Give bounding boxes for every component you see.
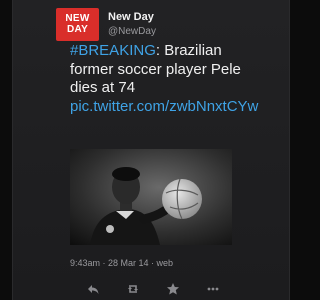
photo-image	[70, 149, 232, 245]
tweet-timestamp[interactable]: 9:43am · 28 Mar 14 · web	[70, 258, 173, 268]
media-link[interactable]: pic.twitter.com/zwbNnxtCYw	[70, 98, 258, 115]
avatar-text-line2: DAY	[66, 24, 89, 35]
tweet-text: #BREAKING: Brazilian former soccer playe…	[70, 42, 260, 116]
avatar[interactable]: NEW DAY	[56, 8, 99, 41]
attached-photo[interactable]	[70, 149, 232, 245]
action-bar	[12, 278, 288, 300]
avatar-text-line1: NEW	[65, 13, 90, 24]
reply-icon[interactable]	[86, 282, 100, 296]
more-icon[interactable]	[206, 282, 220, 296]
retweet-icon[interactable]	[126, 282, 140, 296]
account-handle[interactable]: @NewDay	[108, 26, 156, 37]
account-name[interactable]: New Day	[108, 11, 154, 23]
hashtag-link[interactable]: #BREAKING	[70, 42, 156, 59]
star-icon[interactable]	[166, 282, 180, 296]
